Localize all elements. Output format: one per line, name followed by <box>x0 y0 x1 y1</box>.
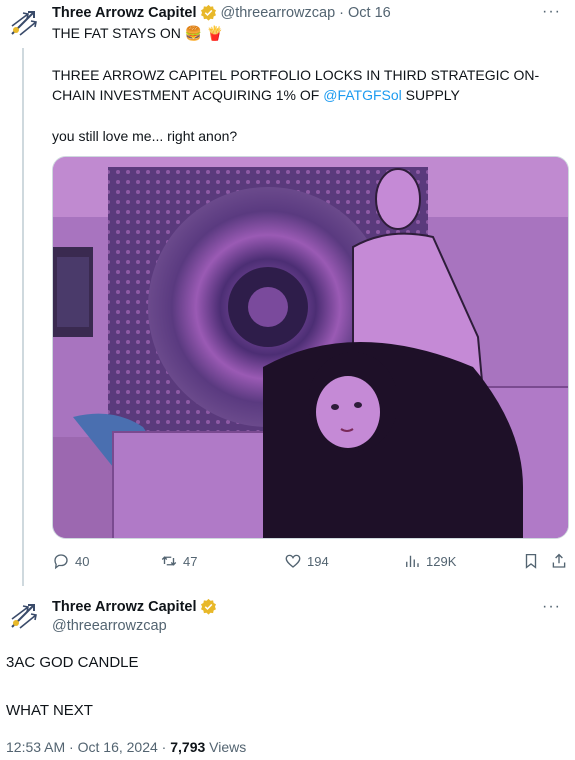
reply-count: 40 <box>75 553 90 569</box>
tweet-header: Three Arrowz Capitel <box>52 598 221 615</box>
share-button[interactable] <box>550 552 568 570</box>
tweet-text: THE FAT STAYS ON <box>52 25 181 41</box>
more-options-icon[interactable]: ··· <box>542 598 561 616</box>
views-label: Views <box>209 739 247 755</box>
tweet-text: 3AC GOD CANDLE <box>6 654 139 671</box>
mention-link[interactable]: @FATGFSol <box>323 87 402 103</box>
author-handle[interactable]: @threearrowzcap <box>52 618 167 634</box>
avatar[interactable] <box>6 597 42 633</box>
like-button[interactable]: 194 <box>284 552 329 570</box>
tweet-text: WHAT NEXT <box>6 702 93 719</box>
tweet-text-line: THE FAT STAYS ON 🍔 🍟 <box>52 25 224 42</box>
bookmark-button[interactable] <box>522 552 540 570</box>
tweet-time[interactable]: 12:53 AM <box>6 739 65 755</box>
tweet-text: THREE ARROWZ CAPITEL PORTFOLIO LOCKS IN … <box>52 67 540 83</box>
retweet-count: 47 <box>183 553 198 569</box>
views-count: 7,793 <box>170 739 206 755</box>
tweet-meta: 12:53 AM · Oct 16, 2024 · 7,793 Views <box>6 739 246 755</box>
author-name[interactable]: Three Arrowz Capitel <box>52 599 197 615</box>
tweet-actions: 40 47 194 129K <box>52 552 569 574</box>
tweet-text: SUPPLY <box>405 87 460 103</box>
retweet-button[interactable]: 47 <box>160 552 197 570</box>
views-button[interactable]: 129K <box>403 552 456 570</box>
like-count: 194 <box>307 553 329 569</box>
retweet-icon <box>161 556 177 566</box>
reply-icon <box>54 554 68 570</box>
share-icon <box>552 553 566 568</box>
tweet-image[interactable] <box>52 156 569 539</box>
tweet-text: CHAIN INVESTMENT ACQUIRING 1% OF <box>52 87 320 103</box>
verified-badge-icon <box>200 4 217 21</box>
view-count: 129K <box>426 553 457 569</box>
author-name[interactable]: Three Arrowz Capitel <box>52 5 197 21</box>
reply-button[interactable]: 40 <box>52 552 89 570</box>
separator: · <box>339 4 344 21</box>
author-handle[interactable]: @threearrowzcap <box>221 5 336 21</box>
burger-fries-emoji: 🍔 🍟 <box>184 25 224 41</box>
more-options-icon[interactable]: ··· <box>542 3 561 21</box>
tweet-text: you still love me... right anon? <box>52 128 238 144</box>
heart-icon <box>285 554 301 568</box>
tweet-header: Three Arrowz Capitel @threearrowzcap · O… <box>52 4 391 21</box>
separator: · <box>161 739 167 755</box>
verified-badge-icon <box>200 598 217 615</box>
bookmark-icon <box>525 553 537 569</box>
tweet-text-line: CHAIN INVESTMENT ACQUIRING 1% OF @FATGFS… <box>52 87 460 103</box>
tweet-date[interactable]: Oct 16 <box>348 5 391 21</box>
avatar[interactable] <box>6 4 42 40</box>
analytics-icon <box>406 555 419 567</box>
tweet-date[interactable]: Oct 16, 2024 <box>78 739 158 755</box>
thread-connector-line <box>22 48 24 586</box>
separator: · <box>69 739 74 755</box>
